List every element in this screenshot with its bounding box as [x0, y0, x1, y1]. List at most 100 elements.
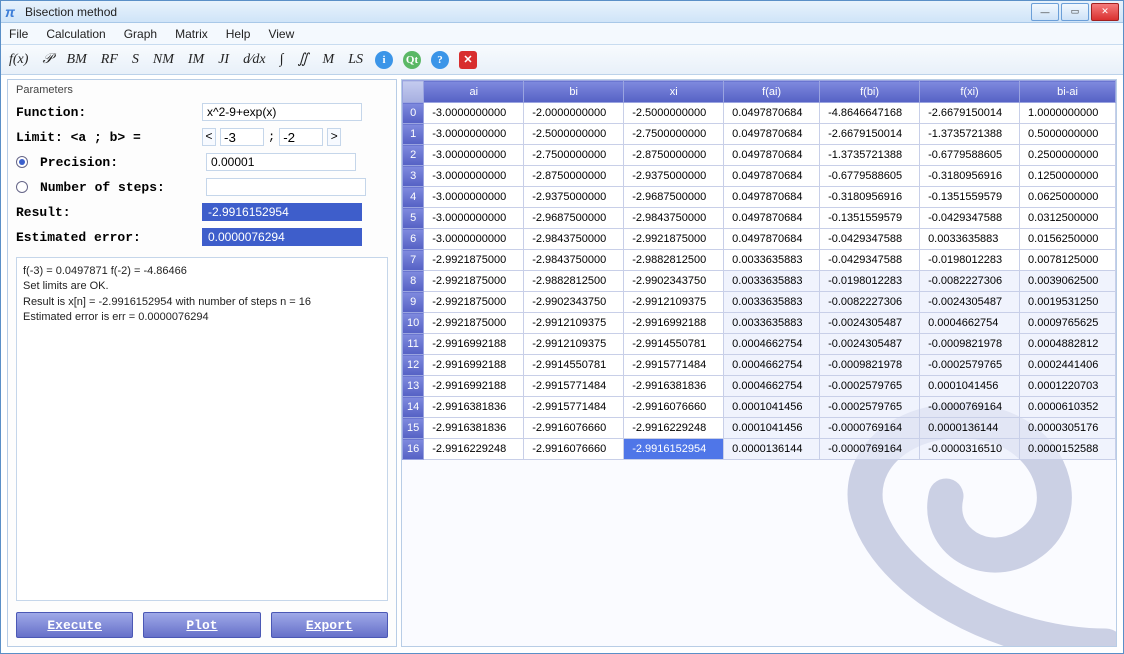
table-cell[interactable]: 0.0497870684 — [724, 166, 820, 187]
table-cell[interactable]: -2.9882812500 — [624, 250, 724, 271]
table-cell[interactable]: -2.9843750000 — [524, 229, 624, 250]
table-cell[interactable]: -0.1351559579 — [920, 187, 1020, 208]
row-index[interactable]: 2 — [403, 145, 424, 166]
table-cell[interactable]: 0.1250000000 — [1020, 166, 1116, 187]
table-cell[interactable]: -0.0024305487 — [820, 313, 920, 334]
tool-s[interactable]: S — [130, 52, 141, 68]
table-cell[interactable]: 0.0000305176 — [1020, 418, 1116, 439]
tool-m[interactable]: M — [321, 52, 337, 68]
table-cell[interactable]: -2.9912109375 — [524, 313, 624, 334]
minimize-button[interactable]: — — [1031, 3, 1059, 21]
table-cell[interactable]: -2.9921875000 — [424, 271, 524, 292]
table-cell[interactable]: -0.0198012283 — [820, 271, 920, 292]
table-cell[interactable]: -3.0000000000 — [424, 103, 524, 124]
table-header[interactable]: f(ai) — [724, 81, 820, 103]
row-index[interactable]: 4 — [403, 187, 424, 208]
tool-rf[interactable]: RF — [99, 52, 120, 68]
table-cell[interactable]: -2.9902343750 — [624, 271, 724, 292]
table-cell[interactable]: 0.0001220703 — [1020, 376, 1116, 397]
table-cell[interactable]: -3.0000000000 — [424, 229, 524, 250]
execute-button[interactable]: Execute — [16, 612, 133, 638]
table-cell[interactable]: 0.0004882812 — [1020, 334, 1116, 355]
menu-file[interactable]: File — [9, 27, 28, 41]
table-cell[interactable]: 0.0156250000 — [1020, 229, 1116, 250]
table-cell[interactable]: -0.1351559579 — [820, 208, 920, 229]
table-header[interactable]: f(bi) — [820, 81, 920, 103]
table-cell[interactable]: -3.0000000000 — [424, 124, 524, 145]
table-header[interactable]: f(xi) — [920, 81, 1020, 103]
table-cell[interactable]: 0.0019531250 — [1020, 292, 1116, 313]
table-cell[interactable]: -1.3735721388 — [920, 124, 1020, 145]
menu-graph[interactable]: Graph — [124, 27, 157, 41]
table-cell[interactable]: -2.9916992188 — [624, 313, 724, 334]
table-cell[interactable]: 0.0033635883 — [724, 292, 820, 313]
table-cell[interactable]: -2.5000000000 — [524, 124, 624, 145]
table-cell[interactable]: -0.0002579765 — [820, 376, 920, 397]
row-index[interactable]: 12 — [403, 355, 424, 376]
row-index[interactable]: 16 — [403, 439, 424, 460]
table-cell[interactable]: -2.9916229248 — [624, 418, 724, 439]
table-cell[interactable]: -2.8750000000 — [624, 145, 724, 166]
table-cell[interactable]: -2.9916229248 — [424, 439, 524, 460]
info-icon[interactable]: i — [375, 51, 393, 69]
table-cell[interactable]: 0.0000152588 — [1020, 439, 1116, 460]
row-index[interactable]: 5 — [403, 208, 424, 229]
table-cell[interactable]: -0.0000769164 — [820, 418, 920, 439]
tool-bm[interactable]: BM — [65, 52, 89, 68]
table-cell[interactable]: 0.0004662754 — [724, 376, 820, 397]
table-cell[interactable]: 0.0497870684 — [724, 208, 820, 229]
table-cell[interactable]: -2.9916381836 — [424, 418, 524, 439]
table-cell[interactable]: -0.6779588605 — [820, 166, 920, 187]
maximize-button[interactable]: ▭ — [1061, 3, 1089, 21]
table-cell[interactable]: -2.9843750000 — [524, 250, 624, 271]
row-index[interactable]: 0 — [403, 103, 424, 124]
precision-input[interactable] — [206, 153, 356, 171]
table-cell[interactable]: -2.9916381836 — [424, 397, 524, 418]
table-cell[interactable]: 0.0001041456 — [724, 418, 820, 439]
table-cell[interactable]: 0.0033635883 — [724, 250, 820, 271]
qt-icon[interactable]: Qt — [403, 51, 421, 69]
table-cell[interactable]: 0.2500000000 — [1020, 145, 1116, 166]
table-cell[interactable]: 0.0002441406 — [1020, 355, 1116, 376]
row-index[interactable]: 10 — [403, 313, 424, 334]
table-cell[interactable]: -3.0000000000 — [424, 187, 524, 208]
table-cell[interactable]: -2.9921875000 — [424, 250, 524, 271]
table-cell[interactable]: -2.9914550781 — [624, 334, 724, 355]
table-cell[interactable]: -0.0198012283 — [920, 250, 1020, 271]
table-cell[interactable]: -2.9902343750 — [524, 292, 624, 313]
table-cell[interactable]: 0.0000136144 — [920, 418, 1020, 439]
table-cell[interactable]: 0.0000136144 — [724, 439, 820, 460]
table-cell[interactable]: -2.9687500000 — [624, 187, 724, 208]
table-cell[interactable]: 0.0033635883 — [724, 313, 820, 334]
table-cell[interactable]: -2.9915771484 — [524, 397, 624, 418]
menu-matrix[interactable]: Matrix — [175, 27, 208, 41]
table-cell[interactable]: -2.0000000000 — [524, 103, 624, 124]
table-cell[interactable]: -0.0009821978 — [920, 334, 1020, 355]
table-cell[interactable]: -2.8750000000 — [524, 166, 624, 187]
table-cell[interactable]: -2.5000000000 — [624, 103, 724, 124]
table-header[interactable]: bi-ai — [1020, 81, 1116, 103]
table-cell[interactable]: 0.0078125000 — [1020, 250, 1116, 271]
row-index[interactable]: 15 — [403, 418, 424, 439]
table-cell[interactable]: -0.0009821978 — [820, 355, 920, 376]
table-cell[interactable]: 0.0004662754 — [724, 355, 820, 376]
table-cell[interactable]: -2.9882812500 — [524, 271, 624, 292]
limit-right-bracket[interactable]: > — [327, 128, 341, 146]
tool-dblint[interactable]: ∬ — [296, 51, 311, 68]
table-cell[interactable]: -0.0002579765 — [920, 355, 1020, 376]
table-cell[interactable]: -2.9916076660 — [624, 397, 724, 418]
table-cell[interactable]: 0.0039062500 — [1020, 271, 1116, 292]
row-index[interactable]: 3 — [403, 166, 424, 187]
tool-fx[interactable]: f(x) — [7, 52, 30, 68]
table-cell[interactable]: -2.9843750000 — [624, 208, 724, 229]
tool-ls[interactable]: LS — [346, 52, 365, 68]
table-cell[interactable]: -0.0082227306 — [820, 292, 920, 313]
table-cell[interactable]: 0.0001041456 — [724, 397, 820, 418]
menu-calculation[interactable]: Calculation — [46, 27, 105, 41]
tool-nm[interactable]: NM — [151, 52, 176, 68]
table-cell[interactable]: -0.0002579765 — [820, 397, 920, 418]
limit-left-bracket[interactable]: < — [202, 128, 216, 146]
table-cell[interactable]: -2.9912109375 — [624, 292, 724, 313]
table-cell[interactable]: -2.9916992188 — [424, 376, 524, 397]
table-cell[interactable]: -0.0429347588 — [920, 208, 1020, 229]
